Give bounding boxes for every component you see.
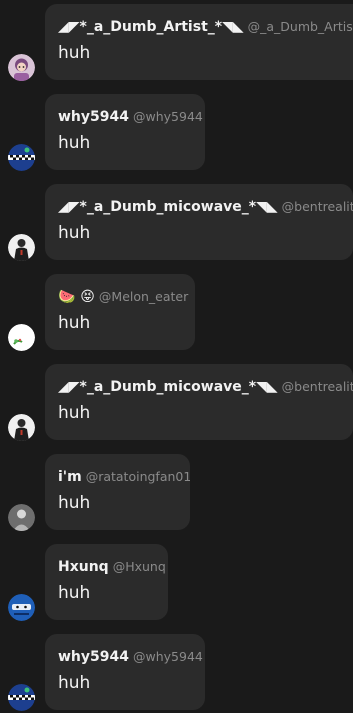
username-handle[interactable]: @Melon_eater bbox=[99, 289, 188, 304]
message-item: why5944 @why5944 huh bbox=[0, 90, 353, 180]
username-handle[interactable]: @ratatoingfan01 bbox=[86, 469, 190, 484]
avatar-pink-character-icon[interactable] bbox=[8, 54, 35, 81]
avatar-grey-figure-icon[interactable] bbox=[8, 504, 35, 531]
message-text: huh bbox=[58, 583, 91, 603]
message-text: huh bbox=[58, 313, 91, 333]
username-handle[interactable]: @Hxunq bbox=[113, 559, 166, 574]
display-name[interactable]: ◢◤*_a_Dumb_micowave_*◥◣ bbox=[58, 199, 278, 215]
username-handle[interactable]: @_a_Dumb_Artist_ bbox=[248, 19, 353, 34]
message-item: 🍉 😝 @Melon_eater huh bbox=[0, 270, 353, 360]
message-text: huh bbox=[58, 43, 91, 63]
message-feed: ◢◤*_a_Dumb_Artist_*◥◣ @_a_Dumb_Artist_ hu… bbox=[0, 0, 353, 713]
username-handle[interactable]: @why5944 bbox=[133, 109, 203, 124]
message-item: ◢◤*_a_Dumb_micowave_*◥◣ @bentreality huh bbox=[0, 360, 353, 450]
message-item: i'm @ratatoingfan01 huh bbox=[0, 450, 353, 540]
message-text: huh bbox=[58, 403, 91, 423]
message-text: huh bbox=[58, 673, 91, 693]
avatar-blue-checkered-icon[interactable] bbox=[8, 144, 35, 171]
username-handle[interactable]: @bentreality bbox=[282, 199, 353, 214]
avatar-blue-checkered-icon[interactable] bbox=[8, 684, 35, 711]
display-name[interactable]: why5944 bbox=[58, 109, 129, 125]
message-item: Hxunq @Hxunq huh bbox=[0, 540, 353, 630]
message-bubble[interactable]: 🍉 😝 @Melon_eater huh bbox=[45, 274, 195, 350]
avatar-white-plant-icon[interactable] bbox=[8, 324, 35, 351]
username-handle[interactable]: @bentreality bbox=[282, 379, 353, 394]
message-bubble[interactable]: Hxunq @Hxunq huh bbox=[45, 544, 168, 620]
username-handle[interactable]: @why5944 bbox=[133, 649, 203, 664]
message-item: why5944 @why5944 huh bbox=[0, 630, 353, 713]
message-bubble[interactable]: ◢◤*_a_Dumb_micowave_*◥◣ @bentreality huh bbox=[45, 364, 353, 440]
message-text: huh bbox=[58, 223, 91, 243]
display-name[interactable]: ◢◤*_a_Dumb_Artist_*◥◣ bbox=[58, 19, 244, 35]
message-bubble[interactable]: ◢◤*_a_Dumb_Artist_*◥◣ @_a_Dumb_Artist_ hu… bbox=[45, 4, 353, 80]
display-name[interactable]: ◢◤*_a_Dumb_micowave_*◥◣ bbox=[58, 379, 278, 395]
message-bubble[interactable]: ◢◤*_a_Dumb_micowave_*◥◣ @bentreality huh bbox=[45, 184, 353, 260]
display-name[interactable]: 🍉 😝 bbox=[58, 289, 95, 305]
message-item: ◢◤*_a_Dumb_Artist_*◥◣ @_a_Dumb_Artist_ hu… bbox=[0, 0, 353, 90]
message-bubble[interactable]: why5944 @why5944 huh bbox=[45, 94, 205, 170]
message-bubble[interactable]: i'm @ratatoingfan01 huh bbox=[45, 454, 190, 530]
avatar-dark-figure-icon[interactable] bbox=[8, 414, 35, 441]
avatar-blue-face-icon[interactable] bbox=[8, 594, 35, 621]
display-name[interactable]: i'm bbox=[58, 469, 82, 485]
message-item: ◢◤*_a_Dumb_micowave_*◥◣ @bentreality huh bbox=[0, 180, 353, 270]
avatar-dark-figure-icon[interactable] bbox=[8, 234, 35, 261]
message-text: huh bbox=[58, 493, 91, 513]
message-bubble[interactable]: why5944 @why5944 huh bbox=[45, 634, 205, 710]
message-text: huh bbox=[58, 133, 91, 153]
display-name[interactable]: why5944 bbox=[58, 649, 129, 665]
display-name[interactable]: Hxunq bbox=[58, 559, 109, 575]
